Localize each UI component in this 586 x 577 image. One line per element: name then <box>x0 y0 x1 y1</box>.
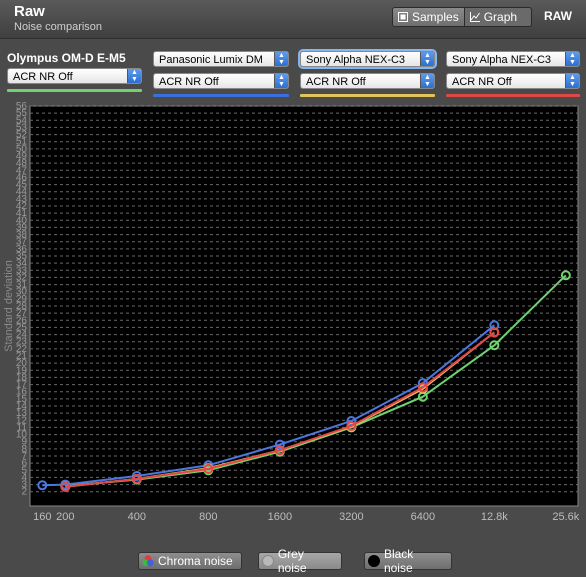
y-tick-label: 56 <box>16 101 28 112</box>
header-bar: Raw Noise comparison Samples Graph RAW <box>0 0 586 39</box>
camera-4-nr-value: ACR NR Off <box>452 76 512 88</box>
camera-2-color-bar <box>153 94 289 97</box>
graph-label: Graph <box>483 10 518 24</box>
grey-noise-label: Grey noise <box>277 547 307 575</box>
x-tick-label: 400 <box>128 511 146 523</box>
grey-noise-button[interactable]: Grey noise <box>258 547 342 575</box>
select-arrows-icon: ▲ ▼ <box>274 74 288 88</box>
camera-2-model-select[interactable]: Panasonic Lumix DM ▲ ▼ <box>153 51 289 67</box>
camera-4-name: Sony Alpha NEX-C3 <box>452 54 552 66</box>
x-tick-label: 3200 <box>339 511 363 523</box>
select-arrows-icon: ▲ ▼ <box>420 52 434 66</box>
grey-dot-icon <box>262 555 274 567</box>
select-arrows-icon: ▲ ▼ <box>565 74 579 88</box>
x-tick-label: 200 <box>56 511 74 523</box>
x-tick-label: 800 <box>199 511 217 523</box>
camera-1-nr-select[interactable]: ACR NR Off ▲ ▼ <box>7 68 142 84</box>
camera-4-color-bar <box>446 94 580 97</box>
chroma-noise-label: Chroma noise <box>158 554 233 568</box>
x-tick-label: 12.8k <box>481 511 508 523</box>
chroma-icon <box>142 555 154 567</box>
page-title: Raw <box>14 3 45 20</box>
x-tick-label: 25.6k <box>552 511 579 523</box>
select-arrows-icon: ▲ ▼ <box>127 69 141 83</box>
camera-3-model-select[interactable]: Sony Alpha NEX-C3 ▲ ▼ <box>300 51 435 67</box>
plot-area <box>29 105 579 507</box>
graph-toggle-button[interactable]: Graph <box>465 8 522 26</box>
noise-chart: 2345678910111213141516171819202122232425… <box>3 101 580 523</box>
samples-toggle-button[interactable]: Samples <box>393 8 465 26</box>
camera-4-nr-select[interactable]: ACR NR Off ▲ ▼ <box>446 73 580 89</box>
black-dot-icon <box>368 555 380 567</box>
x-tick-label: 1600 <box>268 511 292 523</box>
camera-3-nr-select[interactable]: ACR NR Off ▲ ▼ <box>300 73 435 89</box>
camera-4-model-select[interactable]: Sony Alpha NEX-C3 ▲ ▼ <box>446 51 580 67</box>
select-arrows-icon: ▲ ▼ <box>420 74 434 88</box>
graph-icon <box>469 12 480 22</box>
camera-1-color-bar <box>7 89 142 92</box>
camera-3-name: Sony Alpha NEX-C3 <box>306 54 406 66</box>
x-tick-label: 6400 <box>411 511 435 523</box>
camera-3-nr-value: ACR NR Off <box>306 76 366 88</box>
camera-2-name: Panasonic Lumix DM <box>159 54 263 66</box>
camera-1-name: Olympus OM-D E-M5 <box>7 51 126 65</box>
chroma-noise-button[interactable]: Chroma noise <box>138 552 242 570</box>
y-axis-label: Standard deviation <box>3 260 15 352</box>
camera-3-color-bar <box>300 94 435 97</box>
camera-1-nr-value: ACR NR Off <box>13 71 73 83</box>
select-arrows-icon: ▲ ▼ <box>565 52 579 66</box>
camera-2-nr-value: ACR NR Off <box>159 76 219 88</box>
view-toggle: Samples Graph <box>392 7 532 27</box>
x-tick-label: 160 <box>33 511 51 523</box>
camera-2-nr-select[interactable]: ACR NR Off ▲ ▼ <box>153 73 289 89</box>
black-noise-button[interactable]: Black noise <box>364 547 452 575</box>
samples-icon <box>398 12 408 22</box>
page-subtitle: Noise comparison <box>14 21 103 33</box>
samples-label: Samples <box>412 10 459 24</box>
mode-badge: RAW <box>544 9 572 23</box>
select-arrows-icon: ▲ ▼ <box>274 52 288 66</box>
black-noise-label: Black noise <box>383 547 414 575</box>
